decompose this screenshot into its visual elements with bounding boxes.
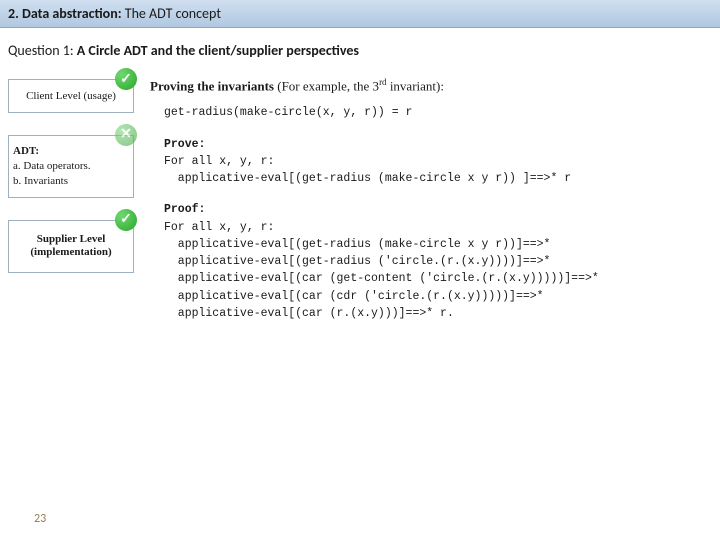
prove-label: Prove: bbox=[164, 138, 205, 151]
adt-box: ✕ ADT: a. Data operators. b. Invariants bbox=[8, 135, 134, 198]
left-column: ✓ Client Level (usage) ✕ ADT: a. Data op… bbox=[8, 77, 134, 336]
proving-rest-1: (For example, the 3 bbox=[274, 78, 379, 93]
proof-block: Proof: For all x, y, r: applicative-eval… bbox=[164, 201, 712, 322]
proving-line: Proving the invariants (For example, the… bbox=[150, 77, 712, 94]
content-area: Question 1: A Circle ADT and the client/… bbox=[0, 28, 720, 336]
title-number: 2. bbox=[8, 5, 22, 22]
code-expression: get-radius(make-circle(x, y, r)) = r bbox=[164, 104, 712, 121]
check-icon: ✓ bbox=[115, 68, 137, 90]
proving-rest-2: invariant): bbox=[387, 78, 444, 93]
supplier-line1: Supplier Level bbox=[37, 233, 106, 245]
title-bold: Data abstraction: bbox=[22, 5, 122, 22]
proving-sup: rd bbox=[379, 77, 387, 87]
supplier-level-box: ✓ Supplier Level (implementation) bbox=[8, 220, 134, 274]
adt-title: ADT: bbox=[13, 145, 39, 157]
proof-body: For all x, y, r: applicative-eval[(get-r… bbox=[164, 221, 599, 320]
page-number: 23 bbox=[34, 512, 46, 526]
adt-line-a: a. Data operators. bbox=[13, 160, 91, 172]
question-bold: A Circle ADT and the client/supplier per… bbox=[77, 42, 359, 59]
proof-label: Proof: bbox=[164, 203, 205, 216]
client-level-box: ✓ Client Level (usage) bbox=[8, 79, 134, 113]
proving-bold: Proving the invariants bbox=[150, 78, 274, 93]
main-row: ✓ Client Level (usage) ✕ ADT: a. Data op… bbox=[8, 77, 712, 336]
title-bar: 2. Data abstraction: The ADT concept bbox=[0, 0, 720, 28]
adt-line-b: b. Invariants bbox=[13, 175, 68, 187]
client-level-label: Client Level (usage) bbox=[26, 90, 116, 102]
cross-icon: ✕ bbox=[115, 124, 137, 146]
prove-block: Prove: For all x, y, r: applicative-eval… bbox=[164, 136, 712, 188]
prove-body: For all x, y, r: applicative-eval[(get-r… bbox=[164, 155, 571, 185]
title-subtitle: The ADT concept bbox=[122, 5, 221, 22]
question-prefix: Question 1: bbox=[8, 42, 77, 59]
check-icon: ✓ bbox=[115, 209, 137, 231]
right-column: Proving the invariants (For example, the… bbox=[150, 77, 712, 336]
supplier-line2: (implementation) bbox=[30, 246, 111, 258]
question-line: Question 1: A Circle ADT and the client/… bbox=[8, 42, 712, 59]
